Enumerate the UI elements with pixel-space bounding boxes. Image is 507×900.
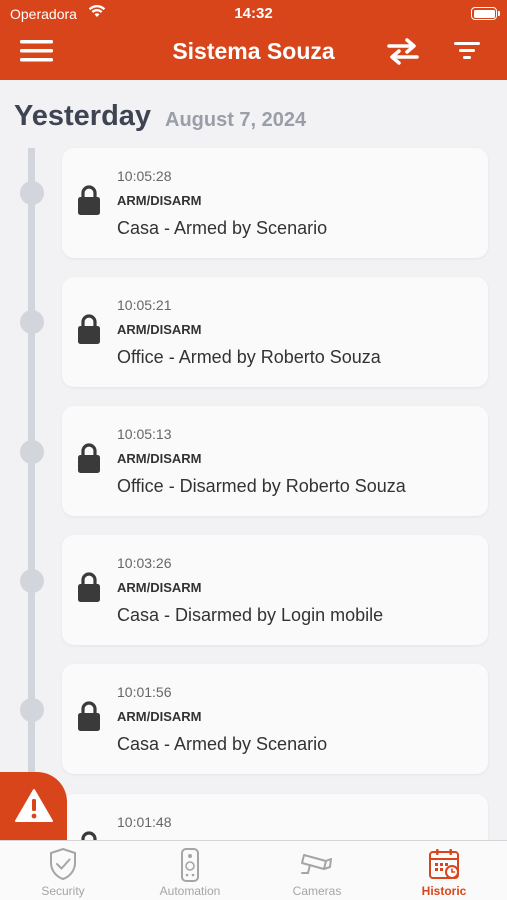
lock-icon	[78, 572, 100, 602]
app-header: Operadora 14:32 Sistema Souza	[0, 0, 507, 80]
event-card[interactable]: 10:03:26 ARM/DISARM Casa - Disarmed by L…	[62, 535, 488, 645]
timeline-dot	[20, 310, 44, 334]
section-date: August 7, 2024	[165, 109, 307, 131]
lock-icon	[78, 185, 100, 215]
status-bar: Operadora 14:32	[0, 0, 507, 28]
timeline-dot	[20, 569, 44, 593]
tab-label: Cameras	[292, 884, 342, 898]
event-card[interactable]: 10:01:56 ARM/DISARM Casa - Armed by Scen…	[62, 664, 488, 774]
event-category: ARM/DISARM	[117, 193, 202, 208]
timeline-dot	[20, 698, 44, 722]
event-card[interactable]: 10:05:28 ARM/DISARM Casa - Armed by Scen…	[62, 148, 488, 258]
warning-icon	[15, 789, 53, 822]
event-description: Office - Disarmed by Roberto Souza	[117, 476, 406, 496]
swap-arrows-icon	[387, 38, 419, 65]
event-category: ARM/DISARM	[117, 451, 202, 466]
section-day-title: Yesterday	[14, 100, 152, 132]
tab-cameras[interactable]: Cameras	[254, 841, 380, 900]
event-description: Casa - Armed by Scenario	[117, 218, 328, 238]
event-time: 10:01:56	[117, 684, 172, 700]
lock-icon	[78, 443, 100, 473]
timeline-line	[28, 148, 35, 848]
shield-check-icon	[50, 847, 76, 881]
event-description: Office - Armed by Roberto Souza	[117, 347, 381, 367]
event-category: ARM/DISARM	[117, 709, 202, 724]
battery-icon	[471, 7, 500, 20]
filter-icon	[454, 42, 480, 59]
event-category: ARM/DISARM	[117, 322, 202, 337]
clock: 14:32	[234, 5, 273, 22]
app-title: Sistema Souza	[172, 38, 335, 64]
tab-label: Security	[41, 884, 85, 898]
remote-control-icon	[181, 848, 199, 882]
tab-label: Historic	[421, 884, 467, 898]
tab-label: Automation	[159, 884, 221, 898]
lock-icon	[78, 701, 100, 731]
event-time: 10:03:26	[117, 555, 172, 571]
bottom-tab-bar: Security Automation Cameras Historic	[0, 840, 507, 900]
event-category: ARM/DISARM	[117, 580, 202, 595]
event-time: 10:05:13	[117, 426, 172, 442]
event-card[interactable]: 10:05:21 ARM/DISARM Office - Armed by Ro…	[62, 277, 488, 387]
camera-icon	[301, 854, 332, 874]
calendar-icon	[429, 849, 459, 879]
event-time: 10:01:48	[117, 814, 172, 830]
panic-alert-button[interactable]	[0, 772, 67, 842]
event-time: 10:05:28	[117, 168, 172, 184]
event-card[interactable]: 10:05:13 ARM/DISARM Office - Disarmed by…	[62, 406, 488, 516]
timeline-dot	[20, 440, 44, 464]
filter-button[interactable]	[452, 38, 488, 66]
tab-historic[interactable]: Historic	[381, 841, 507, 900]
lock-icon	[78, 314, 100, 344]
event-description: Casa - Armed by Scenario	[117, 734, 328, 754]
tab-automation[interactable]: Automation	[127, 841, 253, 900]
event-time: 10:05:21	[117, 297, 172, 313]
tab-security[interactable]: Security	[0, 841, 126, 900]
event-description: Casa - Disarmed by Login mobile	[117, 605, 384, 625]
switch-system-button[interactable]	[385, 36, 425, 68]
timeline-dot	[20, 181, 44, 205]
